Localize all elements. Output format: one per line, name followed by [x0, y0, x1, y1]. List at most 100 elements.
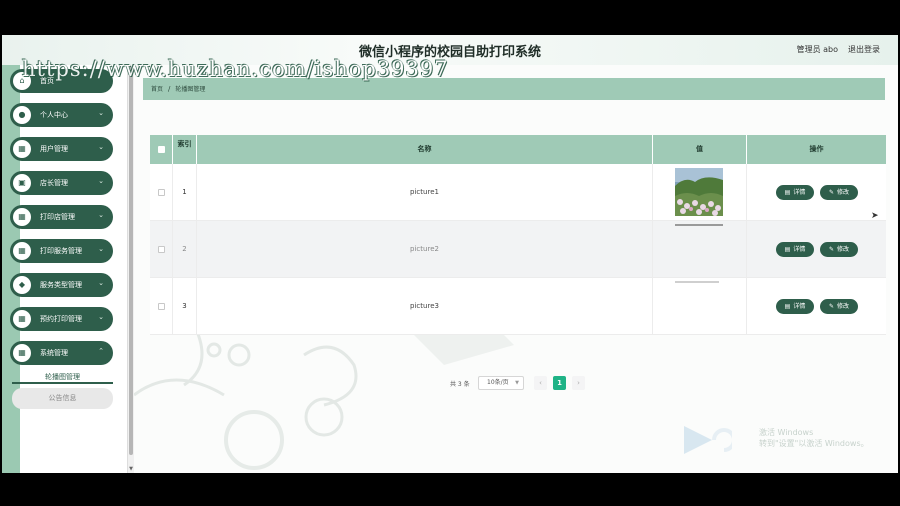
- row-actions-cell: [747, 278, 886, 335]
- detail-button-label: 详情: [793, 246, 806, 253]
- row-checkbox[interactable]: [158, 189, 165, 196]
- app-window: 微信小程序的校园自助打印系统 管理员 abo 退出登录 https://www.…: [2, 35, 898, 473]
- row-checkbox[interactable]: [158, 303, 165, 310]
- row-index: 1: [173, 164, 197, 221]
- edit-button-label: 修改: [837, 246, 850, 253]
- sidebar-item-personal-center[interactable]: ● 个人中心 ⌄: [10, 103, 113, 127]
- row-value-cell: [653, 278, 747, 335]
- sidebar-item-print-shop-management[interactable]: ▦ 打印店管理 ⌄: [10, 205, 113, 229]
- main-content: 首页 / 轮播图管理 索引 名称 值 操作 1 picture1 ▤ 详情 ✎ …: [134, 65, 898, 473]
- chevron-down-icon: ⌄: [98, 313, 104, 321]
- pencil-icon: ✎: [828, 189, 834, 196]
- grid-icon: ▦: [13, 242, 31, 260]
- activation-title: 激活 Windows: [759, 428, 814, 437]
- detail-button[interactable]: ▤ 详情: [776, 242, 814, 257]
- sidebar-item-label: 预约打印管理: [40, 315, 82, 323]
- row-checkbox[interactable]: [158, 246, 165, 253]
- header-name[interactable]: 名称: [197, 135, 653, 164]
- sidebar-item-label: 打印服务管理: [40, 247, 82, 255]
- sidebar-item-label: 用户管理: [40, 145, 68, 153]
- carousel-image-thumbnail: [675, 168, 723, 216]
- activation-subtitle: 转到"设置"以激活 Windows。: [759, 439, 869, 448]
- sidebar-item-booking-print-management[interactable]: ▦ 预约打印管理 ⌄: [10, 307, 113, 331]
- sidebar-item-label: 首页: [40, 77, 54, 85]
- document-icon: ▤: [784, 189, 791, 196]
- row-name: picture2: [197, 221, 653, 278]
- sidebar-item-service-type-management[interactable]: ◆ 服务类型管理 ⌄: [10, 273, 113, 297]
- row-select-cell: [150, 221, 173, 278]
- document-icon: ▤: [784, 303, 791, 310]
- submenu-carousel-management[interactable]: 轮播图管理: [12, 370, 113, 384]
- row-actions-cell: [747, 164, 886, 221]
- header-select-cell: [150, 135, 173, 164]
- table-row: 3 picture3 ▤ 详情 ✎ 修改: [150, 278, 886, 335]
- app-title: 微信小程序的校园自助打印系统: [358, 45, 541, 60]
- page-number-button[interactable]: 1: [553, 376, 566, 390]
- top-header: 微信小程序的校园自助打印系统 管理员 abo 退出登录: [2, 35, 898, 65]
- submenu-announcements[interactable]: 公告信息: [12, 388, 113, 409]
- sidebar-item-system-management[interactable]: ▦ 系统管理 ⌃: [10, 341, 113, 365]
- next-page-button[interactable]: ›: [572, 376, 585, 390]
- admin-name: 管理员 abo: [796, 45, 838, 54]
- detail-button[interactable]: ▤ 详情: [776, 299, 814, 314]
- grid-icon: ▦: [13, 140, 31, 158]
- prev-page-button[interactable]: ‹: [534, 376, 547, 390]
- edit-button[interactable]: ✎ 修改: [820, 242, 858, 257]
- table-header: 索引 名称 值 操作: [150, 135, 886, 164]
- header-value[interactable]: 值: [653, 135, 747, 164]
- pagination-total: 共 3 条: [450, 381, 470, 388]
- chevron-down-icon: ▼: [515, 380, 519, 386]
- carousel-image-thumbnail: [675, 281, 719, 283]
- breadcrumb-current: 轮播图管理: [175, 86, 206, 93]
- sidebar-item-label: 打印店管理: [40, 213, 75, 221]
- header-index: 索引: [173, 135, 197, 164]
- chevron-down-icon: ⌄: [98, 245, 104, 253]
- row-select-cell: [150, 164, 173, 221]
- edit-button-label: 修改: [837, 189, 850, 196]
- mouse-cursor-icon: ➤: [871, 211, 879, 221]
- edit-button[interactable]: ✎ 修改: [820, 185, 858, 200]
- row-index: 3: [173, 278, 197, 335]
- row-name: picture3: [197, 278, 653, 335]
- page-size-select[interactable]: 10条/页 ▼: [478, 376, 524, 390]
- player-logo-icon: [684, 426, 732, 454]
- sidebar: ⌂ 首页 ● 个人中心 ⌄ ▦ 用户管理 ⌄ ▣ 店长管理 ⌄ ▦ 打印店管理 …: [2, 65, 134, 473]
- row-name: picture1: [197, 164, 653, 221]
- pencil-icon: ✎: [828, 246, 834, 253]
- user-icon: ●: [13, 106, 31, 124]
- logout-link[interactable]: 退出登录: [848, 44, 880, 55]
- chevron-down-icon: ⌄: [98, 109, 104, 117]
- row-select-cell: [150, 278, 173, 335]
- chevron-down-icon: ⌄: [98, 211, 104, 219]
- tag-icon: ◆: [13, 276, 31, 294]
- carousel-image-thumbnail: [675, 224, 723, 226]
- grid-icon: ▦: [13, 310, 31, 328]
- sidebar-item-label: 店长管理: [40, 179, 68, 187]
- breadcrumb-home[interactable]: 首页: [151, 86, 163, 93]
- pencil-icon: ✎: [828, 303, 834, 310]
- briefcase-icon: ▣: [13, 174, 31, 192]
- flower-garden-image: [675, 168, 723, 216]
- scrollbar-thumb[interactable]: [129, 67, 133, 455]
- sidebar-scrollbar[interactable]: ▼: [127, 65, 134, 473]
- row-actions-cell: [747, 221, 886, 278]
- detail-button-label: 详情: [793, 303, 806, 310]
- sidebar-item-home[interactable]: ⌂ 首页: [10, 69, 113, 93]
- grid-icon: ▦: [13, 344, 31, 362]
- sidebar-item-print-service-management[interactable]: ▦ 打印服务管理 ⌄: [10, 239, 113, 263]
- edit-button-label: 修改: [837, 303, 850, 310]
- sidebar-item-label: 个人中心: [40, 111, 68, 119]
- document-icon: ▤: [784, 246, 791, 253]
- sidebar-item-label: 服务类型管理: [40, 281, 82, 289]
- chevron-down-icon: ⌄: [98, 279, 104, 287]
- edit-button[interactable]: ✎ 修改: [820, 299, 858, 314]
- sidebar-item-user-management[interactable]: ▦ 用户管理 ⌄: [10, 137, 113, 161]
- table-row: 2 picture2 ▤ 详情 ✎ 修改: [150, 221, 886, 278]
- home-icon: ⌂: [13, 72, 31, 90]
- sidebar-item-manager-management[interactable]: ▣ 店长管理 ⌄: [10, 171, 113, 195]
- select-all-checkbox[interactable]: [158, 146, 165, 153]
- header-actions: 操作: [809, 145, 824, 153]
- detail-button[interactable]: ▤ 详情: [776, 185, 814, 200]
- breadcrumb: 首页 / 轮播图管理: [143, 78, 885, 100]
- chevron-down-icon: ⌄: [98, 143, 104, 151]
